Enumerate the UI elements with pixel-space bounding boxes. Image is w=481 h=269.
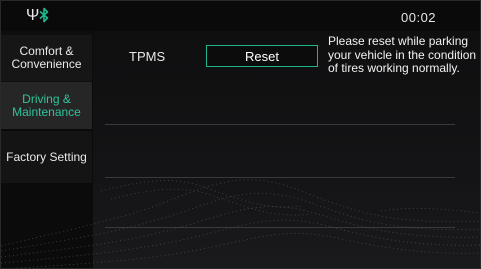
clock: 00:02 [401,10,437,25]
row-divider [105,177,455,178]
sidebar-item-label: Comfort & Convenience [11,44,82,71]
bluetooth-icon [39,7,49,28]
row-divider [105,124,455,125]
sidebar-item-factory-setting[interactable]: Factory Setting [1,131,92,183]
infotainment-screen: Ψ 00:02 Comfort & Convenience Driving & … [0,0,481,269]
sidebar-item-comfort-convenience[interactable]: Comfort & Convenience [1,35,92,81]
sidebar: Comfort & Convenience Driving & Maintena… [1,31,92,268]
status-bar: Ψ 00:02 [1,1,480,31]
sidebar-item-label: Factory Setting [6,149,87,164]
settings-panel: TPMS Reset Please reset while parking yo… [93,31,480,268]
reset-instruction-text: Please reset while parking your vehicle … [328,34,477,75]
tpms-label: TPMS [129,49,166,64]
sidebar-item-label: Driving & Maintenance [12,91,81,119]
tpms-reset-button[interactable]: Reset [206,45,318,67]
sidebar-item-driving-maintenance[interactable]: Driving & Maintenance [1,82,92,129]
usb-icon: Ψ [26,7,40,24]
row-divider [105,227,455,228]
